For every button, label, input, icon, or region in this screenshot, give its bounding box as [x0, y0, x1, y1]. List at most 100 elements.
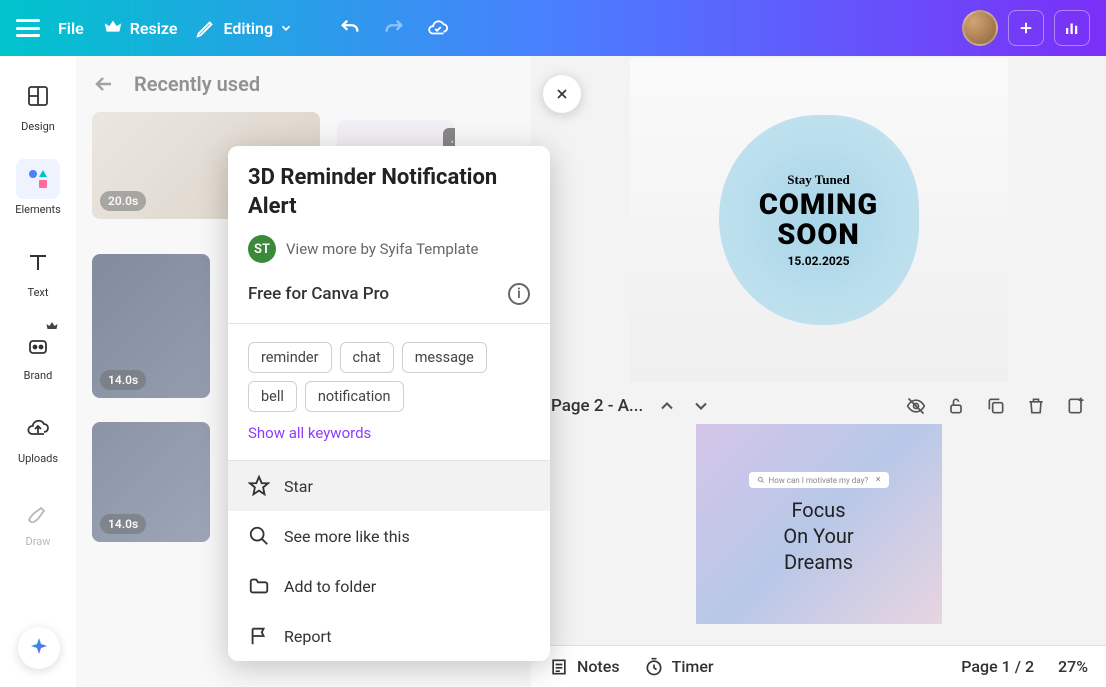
zoom-level[interactable]: 27% — [1058, 657, 1088, 676]
tag-reminder[interactable]: reminder — [248, 342, 332, 373]
nav-label: Brand — [24, 369, 53, 382]
popup-title: 3D Reminder Notification Alert — [248, 164, 530, 221]
user-avatar[interactable] — [962, 10, 998, 46]
focus-heading: Focus On Your Dreams — [783, 498, 853, 576]
panel-header: Recently used — [92, 72, 515, 96]
tag-bell[interactable]: bell — [248, 381, 297, 412]
duration-badge: 14.0s — [100, 514, 146, 534]
menu-icon[interactable] — [16, 19, 40, 37]
menu-add-folder[interactable]: Add to folder — [228, 561, 550, 611]
mini-search-graphic: How can I motivate my day? × — [749, 472, 889, 488]
eye-off-icon[interactable] — [906, 396, 926, 416]
topbar-left: File Resize Editing — [16, 17, 293, 39]
page-controls: Page 2 - A... — [531, 382, 1106, 424]
timer-label: Timer — [672, 657, 714, 676]
add-page-icon[interactable] — [1066, 396, 1086, 416]
undo-icon[interactable] — [339, 17, 361, 39]
close-icon — [554, 86, 570, 102]
nav-brand[interactable]: Brand — [16, 325, 60, 382]
context-menu: Star See more like this Add to folder Re… — [228, 460, 550, 661]
show-all-keywords-link[interactable]: Show all keywords — [228, 424, 550, 460]
redo-icon[interactable] — [383, 17, 405, 39]
editing-menu[interactable]: Editing — [195, 17, 293, 39]
menu-star[interactable]: Star — [228, 461, 550, 511]
chevron-up-icon[interactable] — [657, 396, 677, 416]
notes-button[interactable]: Notes — [549, 657, 620, 677]
torn-paper-graphic: Stay Tuned COMING SOON 15.02.2025 — [719, 115, 919, 325]
nav-uploads[interactable]: Uploads — [16, 408, 60, 465]
chevron-down-icon[interactable] — [691, 396, 711, 416]
element-thumb[interactable]: 14.0s — [92, 422, 210, 542]
focus-line-1: Focus — [791, 498, 845, 522]
duration-badge: 14.0s — [100, 370, 146, 390]
canvas-page-2[interactable]: How can I motivate my day? × Focus On Yo… — [696, 424, 942, 624]
menu-see-more[interactable]: See more like this — [228, 511, 550, 561]
author-link: View more by Syifa Template — [286, 240, 479, 258]
tag-notification[interactable]: notification — [305, 381, 404, 412]
crown-icon — [102, 17, 124, 39]
nav-design[interactable]: Design — [16, 76, 60, 133]
nav-draw[interactable]: Draw — [16, 491, 60, 548]
sparkle-icon — [27, 636, 51, 660]
tag-message[interactable]: message — [402, 342, 487, 373]
duration-badge: 20.0s — [100, 191, 146, 211]
menu-label: See more like this — [284, 527, 410, 546]
brand-icon — [26, 333, 50, 357]
date-text: 15.02.2025 — [787, 254, 849, 268]
pencil-icon — [195, 17, 217, 39]
nav-label: Elements — [15, 203, 61, 216]
pencil-icon — [26, 499, 50, 523]
coming-soon-heading: COMING SOON — [759, 190, 878, 251]
canvas-page-1[interactable]: Stay Tuned COMING SOON 15.02.2025 — [630, 58, 1008, 382]
tag-chat[interactable]: chat — [340, 342, 394, 373]
nav-elements[interactable]: Elements — [15, 159, 61, 216]
sidebar-nav: Design Elements Text Brand Uploads Draw — [0, 56, 76, 687]
bottom-right: Page 1 / 2 27% — [961, 657, 1088, 676]
info-icon[interactable]: i — [508, 283, 530, 305]
cloud-upload-icon — [26, 416, 50, 440]
trash-icon[interactable] — [1026, 396, 1046, 416]
nav-label: Design — [21, 120, 55, 133]
timer-button[interactable]: Timer — [644, 657, 714, 677]
focus-line-2: On Your — [783, 524, 853, 548]
nav-text[interactable]: Text — [16, 242, 60, 299]
page-label[interactable]: Page 2 - A... — [551, 396, 643, 416]
popup-author[interactable]: ST View more by Syifa Template — [248, 235, 530, 263]
analytics-button[interactable] — [1054, 10, 1090, 46]
resize-label: Resize — [130, 19, 178, 38]
duplicate-icon[interactable] — [986, 396, 1006, 416]
tags-container: reminder chat message bell notification — [228, 324, 550, 424]
nav-label: Uploads — [18, 452, 58, 465]
timer-icon — [644, 657, 664, 677]
resize-menu[interactable]: Resize — [102, 17, 178, 39]
canvas-area: Stay Tuned COMING SOON 15.02.2025 Page 2… — [531, 56, 1106, 645]
top-toolbar: File Resize Editing — [0, 0, 1106, 56]
author-avatar: ST — [248, 235, 276, 263]
bottom-bar: Notes Timer Page 1 / 2 27% — [531, 645, 1106, 687]
back-arrow-icon[interactable] — [92, 72, 116, 96]
star-icon — [248, 475, 270, 497]
cloud-sync-icon[interactable] — [427, 17, 449, 39]
menu-report[interactable]: Report — [228, 611, 550, 661]
menu-label: Report — [284, 627, 332, 646]
close-panel-button[interactable] — [543, 75, 581, 113]
soon-text: SOON — [777, 218, 860, 252]
topbar-right — [962, 10, 1090, 46]
magic-button[interactable] — [18, 627, 60, 669]
popup-header: 3D Reminder Notification Alert ST View m… — [228, 146, 550, 323]
element-thumb[interactable]: 14.0s — [92, 254, 210, 398]
stay-tuned-text: Stay Tuned — [787, 172, 850, 188]
nav-label: Text — [28, 286, 49, 299]
panel-title: Recently used — [134, 72, 260, 96]
nav-label: Draw — [26, 535, 51, 548]
file-menu[interactable]: File — [58, 19, 84, 38]
page-indicator[interactable]: Page 1 / 2 — [961, 657, 1034, 676]
topbar-center — [339, 17, 449, 39]
menu-label: Star — [284, 477, 313, 496]
license-text: Free for Canva Pro — [248, 284, 389, 304]
crown-icon — [46, 321, 58, 331]
search-placeholder-text: How can I motivate my day? — [769, 476, 869, 485]
lock-icon[interactable] — [946, 396, 966, 416]
add-button[interactable] — [1008, 10, 1044, 46]
folder-icon — [248, 575, 270, 597]
